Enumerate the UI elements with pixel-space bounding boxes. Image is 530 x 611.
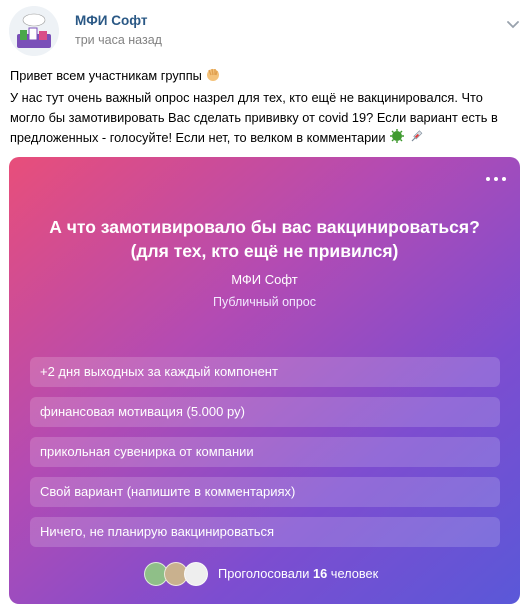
poll-option[interactable]: +2 дня выходных за каждый компонент (30, 357, 500, 387)
poll-more-icon[interactable] (486, 171, 508, 185)
post-author[interactable]: МФИ Софт (75, 13, 147, 28)
voter-avatar (184, 562, 208, 586)
vote-suffix: человек (330, 566, 379, 581)
post-header: МФИ Софт три часа назад (9, 6, 521, 58)
poll-question-line-2: (для тех, кто ещё не привился) (130, 241, 399, 261)
vote-prefix: Проголосовали (218, 566, 310, 581)
post-time[interactable]: три часа назад (75, 33, 162, 47)
poll-type: Публичный опрос (213, 295, 316, 309)
post-text-line-2: У нас тут очень важный опрос назрел для … (10, 90, 483, 105)
chevron-down-icon[interactable] (505, 16, 521, 32)
poll-voters[interactable]: Проголосовали 16 человек (9, 562, 520, 586)
voter-avatars[interactable] (144, 562, 208, 586)
post-text: Привет всем участникам группы У нас тут … (10, 66, 520, 150)
group-avatar[interactable] (9, 6, 59, 56)
poll-option[interactable]: Ничего, не планирую вакцинироваться (30, 517, 500, 547)
post-text-line-3: могло бы замотивировать Вас сделать прив… (10, 110, 498, 125)
poll-card: А что замотивировало бы вас вакцинироват… (9, 157, 520, 604)
poll-option[interactable]: финансовая мотивация (5.000 ру) (30, 397, 500, 427)
poll-question: А что замотивировало бы вас вакцинироват… (9, 215, 520, 263)
vote-count: 16 (313, 566, 328, 581)
vote-count-text[interactable]: Проголосовали 16 человек (218, 566, 378, 581)
waving-hand-icon (205, 66, 221, 88)
poll-option[interactable]: прикольная сувенирка от компании (30, 437, 500, 467)
microbe-icon (389, 128, 405, 150)
poll-author[interactable]: МФИ Софт (9, 272, 520, 287)
syringe-icon (409, 128, 425, 150)
post-text-line-4: предложенных - голосуйте! Если нет, то в… (10, 130, 386, 145)
poll-question-line-1: А что замотивировало бы вас вакцинироват… (49, 217, 480, 237)
poll-options: +2 дня выходных за каждый компонент фина… (30, 357, 500, 557)
post-text-line-1: Привет всем участникам группы (10, 68, 202, 83)
poll-option[interactable]: Свой вариант (напишите в комментариях) (30, 477, 500, 507)
